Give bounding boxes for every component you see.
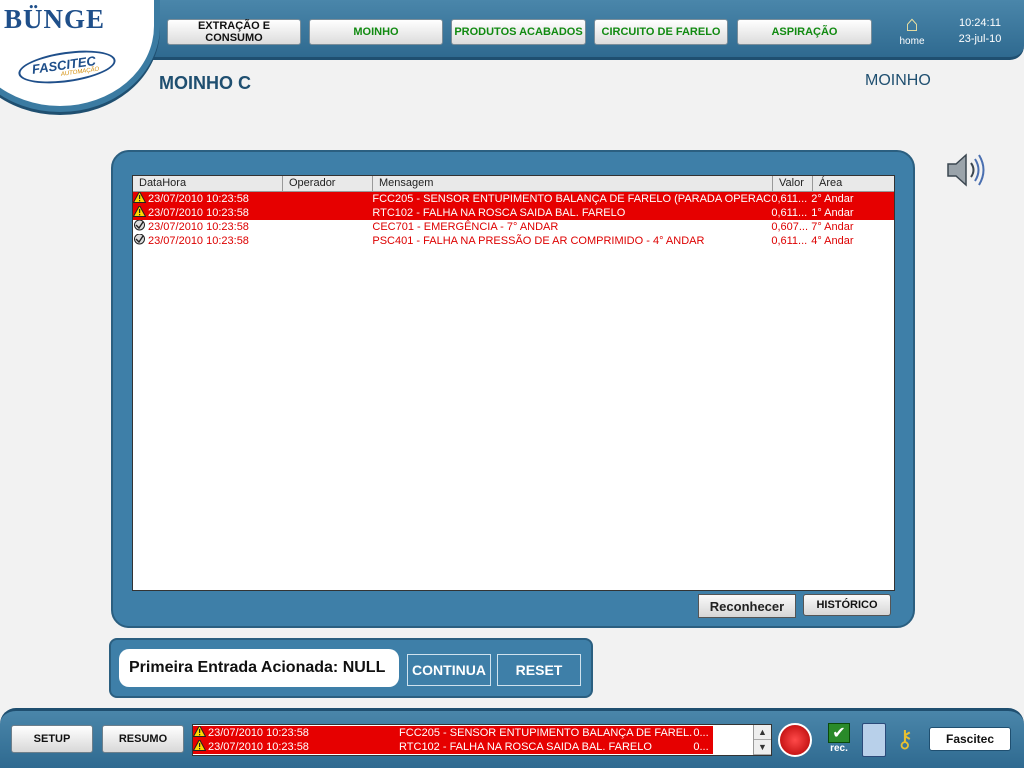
alarm-row[interactable]: 23/07/2010 10:23:58 PSC401 - FALHA NA PRE… [133,234,894,248]
alarm-summary-list[interactable]: 23/07/2010 10:23:58 FCC205 - SENSOR ENTUP… [192,724,772,756]
area-title: MOINHO [865,72,931,89]
nav-moinho-button[interactable]: MOINHO [309,19,443,45]
column-value[interactable]: Valor [773,176,813,191]
warning-icon [193,726,208,740]
summary-button[interactable]: RESUMO [102,725,184,753]
acknowledged-icon [133,220,148,234]
clock-date: 23-jul-10 [958,33,1002,45]
column-datetime[interactable]: DataHora [133,176,283,191]
nav-circuito-farelo-button[interactable]: CIRCUITO DE FARELO [594,19,728,45]
alarm-area: 1° Andar [811,207,854,219]
alarm-area: 4° Andar [811,235,854,247]
alarm-summary-row[interactable]: 23/07/2010 10:23:58 RTC102 - FALHA NA ROS… [193,740,713,754]
alarm-area: 2° Andar [811,193,854,205]
setup-button[interactable]: SETUP [11,725,93,753]
column-message[interactable]: Mensagem [373,176,773,191]
alarm-summary-value: 0... [693,727,709,739]
alarm-summary-datetime: 23/07/2010 10:23:58 [193,740,399,754]
speaker-icon[interactable] [944,148,988,192]
record-label: rec. [830,743,848,754]
home-button[interactable]: ⌂ home [895,12,929,52]
warning-icon [193,740,208,754]
nav-produtos-acabados-button[interactable]: PRODUTOS ACABADOS [451,19,586,45]
alarm-row[interactable]: 23/07/2010 10:23:58 RTC102 - FALHA NA ROS… [133,206,894,220]
alarm-message: PSC401 - FALHA NA PRESSÃO DE AR COMPRIMI… [372,235,705,247]
alarm-row[interactable]: 23/07/2010 10:23:58 CEC701 - EMERGÊNCIA -… [133,220,894,234]
alarm-row[interactable]: 23/07/2010 10:23:58 FCC205 - SENSOR ENTUP… [133,192,894,206]
alarm-summary-message: FCC205 - SENSOR ENTUPIMENTO BALANÇA DE F… [399,727,694,739]
nav-extracao-consumo-button[interactable]: EXTRAÇÃO E CONSUMO [167,19,301,45]
alarm-list[interactable]: DataHora Operador Mensagem Valor Área 23… [132,175,895,591]
keys-icon[interactable]: ⚷ [896,725,914,754]
record-button[interactable]: ✔ rec. [822,723,856,759]
continue-button[interactable]: CONTINUA [407,654,491,686]
page-title: MOINHO C [159,73,251,93]
alarm-summary-message: RTC102 - FALHA NA ROSCA SAIDA BAL. FAREL… [399,741,652,753]
clock: 10:24:11 23-jul-10 [950,15,1010,47]
alarm-operator [283,234,373,248]
alarm-operator [283,192,373,206]
reset-button[interactable]: RESET [497,654,581,686]
calculator-icon[interactable] [862,723,886,757]
alarm-bell-icon[interactable] [778,723,812,757]
scroll-up-icon[interactable]: ▲ [754,725,771,740]
alarm-datetime: 23/07/2010 10:23:58 [133,234,283,248]
alarm-summary-datetime: 23/07/2010 10:23:58 [193,726,399,740]
alarm-summary-rows: 23/07/2010 10:23:58 FCC205 - SENSOR ENTUP… [193,726,713,754]
checkmark-icon: ✔ [828,723,850,743]
alarm-area: 7° Andar [811,221,854,233]
first-input-label: Primeira Entrada Acionada: NULL [119,649,399,687]
nav-aspiracao-button[interactable]: ASPIRAÇÃO [737,19,872,45]
clock-time: 10:24:11 [958,17,1001,29]
alarm-datetime: 23/07/2010 10:23:58 [133,192,283,206]
history-button[interactable]: HISTÓRICO [803,594,891,616]
scroll-down-icon[interactable]: ▼ [754,740,771,755]
home-icon: ⌂ [905,11,919,36]
bunge-logo: BÜNGE [4,4,106,34]
alarm-value: 0,607... [771,221,809,233]
column-area[interactable]: Área [813,176,894,191]
warning-icon [133,192,148,206]
alarm-message: FCC205 - SENSOR ENTUPIMENTO BALANÇA DE F… [372,193,772,205]
alarm-datetime: 23/07/2010 10:23:58 [133,206,283,220]
first-input-panel: Primeira Entrada Acionada: NULL CONTINUA… [109,638,593,698]
alarm-message: RTC102 - FALHA NA ROSCA SAIDA BAL. FAREL… [372,207,626,219]
alarm-summary-row[interactable]: 23/07/2010 10:23:58 FCC205 - SENSOR ENTUP… [193,726,713,740]
alarm-panel: DataHora Operador Mensagem Valor Área 23… [111,150,915,628]
alarm-operator [283,206,373,220]
home-label: home [899,36,925,47]
alarm-operator [283,220,373,234]
alarm-datetime: 23/07/2010 10:23:58 [133,220,283,234]
acknowledged-icon [133,234,148,248]
alarm-summary-value: 0... [693,741,709,753]
user-button[interactable]: Fascitec [929,727,1011,751]
alarm-summary-scrollbar[interactable]: ▲ ▼ [753,725,771,755]
alarm-list-header: DataHora Operador Mensagem Valor Área [133,176,894,192]
alarm-value: 0,611... [771,207,808,219]
warning-icon [133,206,148,220]
alarm-value: 0,611... [771,193,808,205]
bottom-bar: SETUP RESUMO 23/07/2010 10:23:58 FCC205 -… [0,708,1024,768]
acknowledge-button[interactable]: Reconhecer [698,594,796,618]
alarm-rows: 23/07/2010 10:23:58 FCC205 - SENSOR ENTUP… [133,192,894,248]
column-operator[interactable]: Operador [283,176,373,191]
alarm-message: CEC701 - EMERGÊNCIA - 7° ANDAR [372,221,559,233]
alarm-value: 0,611... [771,235,808,247]
